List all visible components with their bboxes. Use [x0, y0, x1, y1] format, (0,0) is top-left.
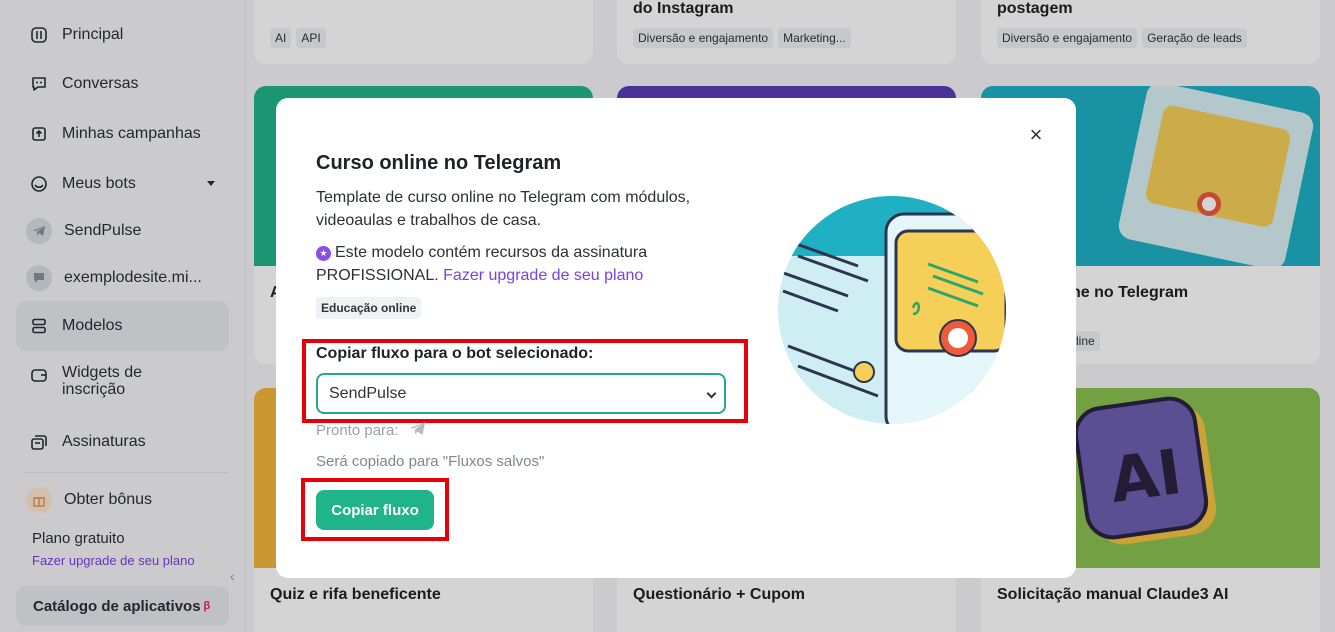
star-icon: ★ — [316, 246, 331, 261]
modal-title: Curso online no Telegram — [316, 152, 562, 174]
copy-destination-note: Será copiado para "Fluxos salvos" — [316, 453, 545, 470]
template-illustration — [778, 196, 1006, 424]
bot-select-label: Copiar fluxo para o bot selecionado: — [316, 345, 594, 362]
template-modal: × Curso online no Telegram Template de c… — [276, 98, 1076, 578]
chevron-down-icon — [706, 388, 717, 399]
ready-for: Pronto para: — [316, 421, 426, 440]
category-tag: Educação online — [316, 297, 422, 319]
modal-description: Template de curso online no Telegram com… — [316, 189, 691, 229]
copy-flow-button[interactable]: Copiar fluxo — [316, 490, 434, 530]
close-icon[interactable]: × — [1026, 124, 1046, 146]
premium-notice: ★ Este modelo contém recursos da assinatu… — [316, 241, 716, 287]
bot-select[interactable]: SendPulse — [316, 373, 726, 414]
ready-label: Pronto para: — [316, 422, 399, 439]
upgrade-link[interactable]: Fazer upgrade de seu plano — [443, 267, 643, 284]
bot-select-value: SendPulse — [329, 384, 407, 402]
telegram-icon — [409, 421, 426, 440]
